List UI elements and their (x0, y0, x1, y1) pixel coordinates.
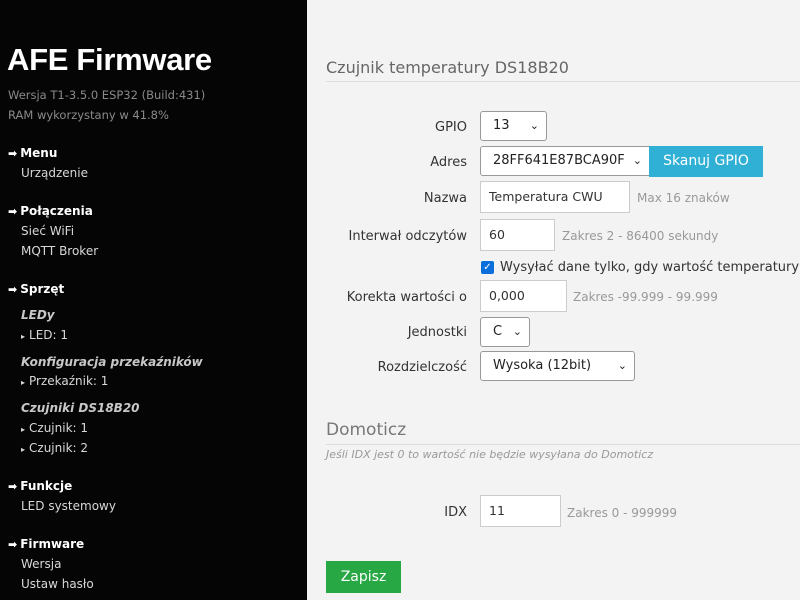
correction-input[interactable]: 0,000 (480, 280, 567, 312)
resolution-label: Rozdzielczość (377, 360, 467, 375)
gpio-label: GPIO (435, 120, 467, 135)
section-functions: ➡ Funkcje (8, 479, 73, 493)
sidebar-item-system-led[interactable]: LED systemowy (21, 499, 116, 513)
bullet-icon: ▸ (21, 445, 26, 454)
domoticz-title: Domoticz (326, 420, 407, 440)
firmware-version: Wersja T1-3.5.0 ESP32 (Build:431) (8, 88, 206, 102)
domoticz-divider (326, 444, 800, 445)
address-select[interactable]: 28FF641E87BCA90F ⌄ (480, 146, 650, 176)
section-hardware: ➡ Sprzęt (8, 282, 65, 296)
sidebar: AFE Firmware Wersja T1-3.5.0 ESP32 (Buil… (0, 0, 307, 600)
resolution-select[interactable]: Wysoka (12bit) ⌄ (480, 351, 635, 381)
interval-input[interactable]: 60 (480, 219, 555, 251)
sidebar-item-relay-1[interactable]: ▸ Przekaźnik: 1 (21, 374, 108, 388)
chevron-down-icon: ⌄ (529, 119, 539, 132)
sidebar-item-wifi[interactable]: Sieć WiFi (21, 224, 74, 238)
gpio-select[interactable]: 13 ⌄ (480, 111, 547, 141)
chevron-down-icon: ⌄ (632, 154, 642, 167)
arrow-right-icon: ➡ (8, 147, 18, 160)
address-label: Adres (430, 155, 467, 170)
sidebar-item-set-password[interactable]: Ustaw hasło (21, 577, 94, 591)
name-hint: Max 16 znaków (637, 191, 730, 205)
sidebar-item-sensor-1[interactable]: ▸ Czujnik: 1 (21, 421, 88, 435)
subsection-relays: Konfiguracja przekaźników (21, 355, 203, 369)
sidebar-item-mqtt[interactable]: MQTT Broker (21, 244, 98, 258)
ram-usage: RAM wykorzystany w 41.8% (8, 108, 169, 122)
scan-gpio-button[interactable]: Skanuj GPIO (649, 146, 763, 177)
arrow-right-icon: ➡ (8, 283, 18, 296)
main-content: Czujnik temperatury DS18B20 GPIO 13 ⌄ Adr… (307, 0, 800, 600)
send-on-change-checkbox[interactable]: ✓ (481, 261, 494, 274)
interval-hint: Zakres 2 - 86400 sekundy (562, 229, 719, 243)
send-on-change-label: Wysyłać dane tylko, gdy wartość temperat… (500, 260, 800, 275)
idx-hint: Zakres 0 - 999999 (567, 506, 678, 520)
arrow-right-icon: ➡ (8, 538, 18, 551)
correction-label: Korekta wartości o (346, 290, 467, 305)
arrow-right-icon: ➡ (8, 205, 18, 218)
chevron-down-icon: ⌄ (617, 359, 627, 372)
section-firmware: ➡ Firmware (8, 537, 85, 551)
sidebar-item-device[interactable]: Urządzenie (21, 166, 88, 180)
units-label: Jednostki (407, 325, 467, 340)
sidebar-item-led-1[interactable]: ▸ LED: 1 (21, 328, 68, 342)
title-divider (326, 81, 800, 82)
idx-input[interactable]: 11 (480, 495, 561, 527)
section-menu: ➡ Menu (8, 146, 58, 160)
subsection-leds: LEDy (21, 308, 55, 322)
bullet-icon: ▸ (21, 332, 26, 341)
name-label: Nazwa (423, 191, 467, 206)
section-connections: ➡ Połączenia (8, 204, 93, 218)
bullet-icon: ▸ (21, 378, 26, 387)
save-button[interactable]: Zapisz (326, 561, 401, 593)
domoticz-note: Jeśli IDX jest 0 to wartość nie będzie w… (326, 448, 654, 461)
chevron-down-icon: ⌄ (512, 325, 522, 338)
page-title: Czujnik temperatury DS18B20 (326, 58, 569, 77)
units-select[interactable]: C ⌄ (480, 317, 530, 347)
arrow-right-icon: ➡ (8, 480, 18, 493)
interval-label: Interwał odczytów (348, 229, 468, 244)
brand-title: AFE Firmware (7, 42, 212, 77)
name-input[interactable]: Temperatura CWU (480, 181, 630, 213)
subsection-sensors: Czujniki DS18B20 (21, 401, 140, 415)
correction-hint: Zakres -99.999 - 99.999 (573, 290, 718, 304)
sidebar-item-version[interactable]: Wersja (21, 557, 61, 571)
idx-label: IDX (444, 505, 467, 520)
bullet-icon: ▸ (21, 425, 26, 434)
sidebar-item-sensor-2[interactable]: ▸ Czujnik: 2 (21, 441, 88, 455)
